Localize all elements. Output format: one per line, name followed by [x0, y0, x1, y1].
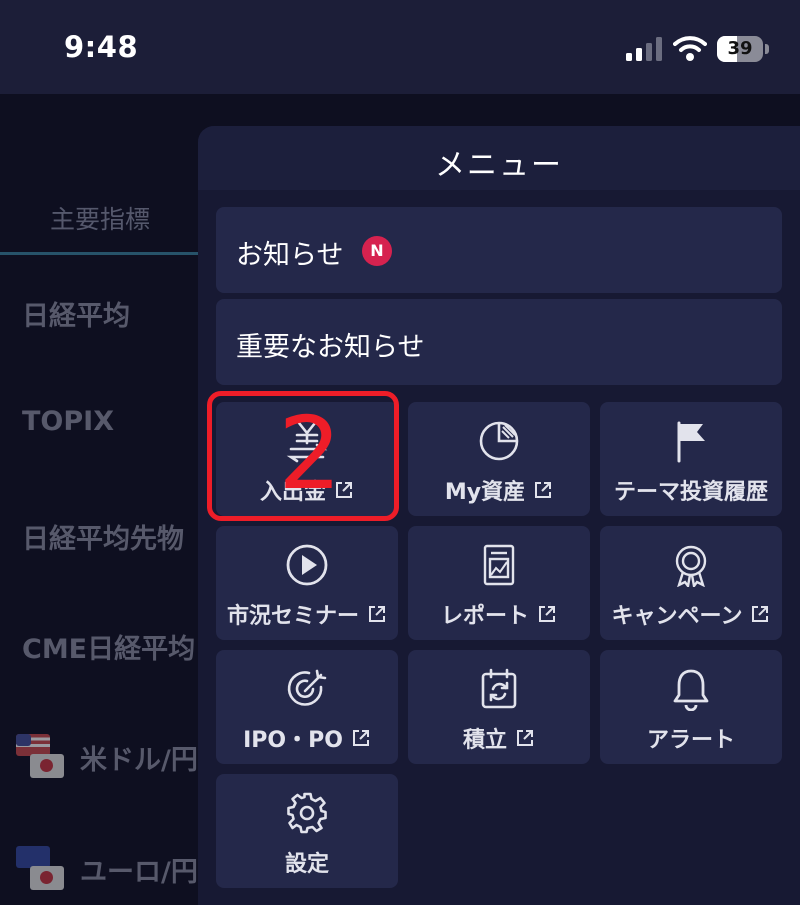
play-circle-icon — [286, 544, 328, 586]
theme-history-button[interactable]: テーマ投資履歴 — [600, 402, 782, 516]
external-link-icon — [517, 730, 533, 746]
calendar-refresh-icon — [481, 668, 517, 709]
list-item[interactable]: 日経平均先物 — [22, 517, 184, 556]
award-ribbon-icon — [675, 545, 707, 587]
new-badge: N — [362, 236, 392, 266]
tab-main-indicators[interactable]: 主要指標 — [0, 200, 200, 236]
tile-label: レポート — [440, 604, 529, 629]
important-notice-button[interactable]: 重要なお知らせ — [216, 299, 782, 385]
report-document-icon — [483, 544, 515, 586]
menu-header: メニュー — [198, 126, 800, 190]
pie-chart-icon — [479, 421, 519, 461]
list-item[interactable]: TOPIX — [22, 406, 114, 437]
settings-button[interactable]: 設定 — [216, 774, 398, 888]
external-link-icon — [352, 730, 369, 746]
list-item[interactable]: 日経平均 — [22, 294, 130, 333]
wifi-icon — [673, 36, 707, 61]
battery-level: 39 — [727, 38, 753, 59]
ipo-po-button[interactable]: IPO・PO — [216, 650, 398, 764]
clock: 9:48 — [64, 30, 139, 64]
cellular-signal-icon — [626, 37, 664, 61]
tile-label: テーマ投資履歴 — [613, 480, 768, 505]
report-button[interactable]: レポート — [408, 526, 590, 640]
my-assets-button[interactable]: My資産 — [408, 402, 590, 516]
tile-label: My資産 — [444, 480, 526, 505]
battery-icon: 39 — [717, 36, 763, 62]
tab-underline — [0, 252, 200, 255]
bell-icon — [673, 669, 709, 711]
flag-icon — [677, 421, 705, 463]
tile-label: キャンペーン — [611, 604, 743, 629]
list-item[interactable]: CME日経平均 — [22, 627, 195, 666]
external-link-icon — [535, 482, 552, 498]
step-number-annotation: 2 — [278, 395, 342, 512]
external-link-icon — [752, 606, 769, 622]
tile-label: 市況セミナー — [226, 604, 359, 629]
notice-label: お知らせ — [236, 240, 344, 271]
important-notice-label: 重要なお知らせ — [236, 332, 425, 363]
menu-title: メニュー — [435, 148, 563, 183]
tile-label: 積立 — [462, 728, 507, 753]
external-link-icon — [369, 606, 385, 622]
gear-icon — [287, 792, 327, 834]
list-item[interactable]: 米ドル/円 — [80, 738, 198, 777]
eu-jp-flag-icon — [16, 846, 68, 890]
accumulation-button[interactable]: 積立 — [408, 650, 590, 764]
target-icon — [287, 669, 327, 706]
external-link-icon — [539, 606, 555, 622]
tile-label: 設定 — [284, 852, 329, 877]
notice-button[interactable]: お知らせ N — [216, 207, 782, 293]
campaign-button[interactable]: キャンペーン — [600, 526, 782, 640]
list-item[interactable]: ユーロ/円 — [80, 850, 198, 889]
tile-label: IPO・PO — [243, 728, 343, 753]
tile-label: アラート — [646, 728, 735, 753]
market-seminar-button[interactable]: 市況セミナー — [216, 526, 398, 640]
us-jp-flag-icon — [16, 734, 68, 778]
status-bar: 9:48 39 — [0, 0, 800, 94]
alert-button[interactable]: アラート — [600, 650, 782, 764]
